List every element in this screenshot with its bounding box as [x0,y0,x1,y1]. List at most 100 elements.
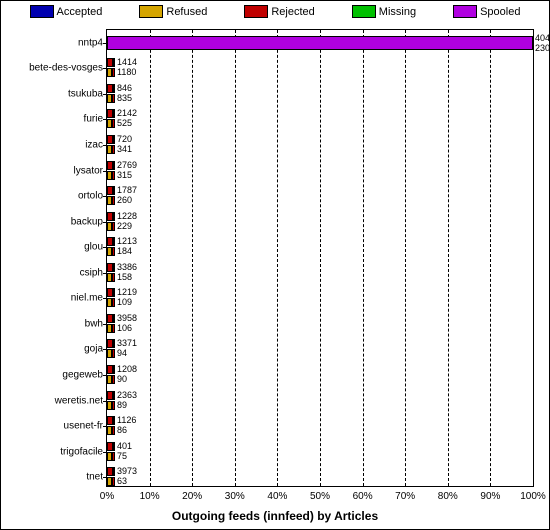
bar-segment [113,391,115,400]
bar-segment [113,365,115,374]
legend-label: Accepted [57,6,103,18]
bar-row: izac720341 [107,132,533,158]
legend-item-refused: Refused [139,5,207,18]
x-tick-label: 20% [182,491,202,502]
bar-segment [112,426,115,435]
y-tick-label: tnet [86,472,103,483]
bar-value-top: 1228 [117,211,137,221]
bar-segment [113,467,115,476]
bar-value-top: 720 [117,134,132,144]
bar-value-bottom: 184 [117,246,132,256]
legend-label: Refused [166,6,207,18]
bar-segment [112,68,115,77]
y-tick-label: gegeweb [62,369,103,380]
bar-value-top: 2363 [117,390,137,400]
bar-value-bottom: 260 [117,195,132,205]
bar-segment [112,452,115,461]
y-tick-label: lysator [74,165,103,176]
y-tick-label: weretis.net [55,395,103,406]
bar-value-top: 3386 [117,262,137,272]
bar-row: trigofacile40175 [107,439,533,465]
bar-segment [112,477,115,486]
y-tick-label: bwh [85,318,103,329]
legend-swatch-rejected [244,5,268,18]
legend-swatch-spooled [453,5,477,18]
bar-value-bottom: 106 [117,323,132,333]
legend-label: Rejected [271,6,314,18]
legend-swatch-accepted [30,5,54,18]
legend-item-accepted: Accepted [30,5,103,18]
bar-row: furie2142525 [107,107,533,133]
bar-segment [112,196,115,205]
x-tick-label: 80% [438,491,458,502]
y-tick-label: ortolo [78,191,103,202]
bar-value-top: 4045856 [535,33,550,43]
bar-value-bottom: 75 [117,451,127,461]
x-tick-label: 60% [353,491,373,502]
bar-row: bwh3958106 [107,311,533,337]
bar-segment-spooled [107,36,533,50]
bar-value-bottom: 63 [117,476,127,486]
bar-segment [113,84,115,93]
legend-label: Missing [379,6,416,18]
bar-segment [113,212,115,221]
bar-row: niel.me1219109 [107,286,533,312]
bar-segment [113,135,115,144]
legend-label: Spooled [480,6,520,18]
bar-row: backup1228229 [107,209,533,235]
bar-value-top: 401 [117,441,132,451]
bar-segment [112,145,115,154]
x-tick-label: 40% [267,491,287,502]
bar-value-top: 2142 [117,108,137,118]
x-axis-title: Outgoing feeds (innfeed) by Articles [1,509,549,523]
bar-row: tsukuba846835 [107,81,533,107]
bar-segment [113,186,115,195]
bar-value-top: 3958 [117,313,137,323]
bar-value-top: 846 [117,83,132,93]
bar-value-bottom: 86 [117,425,127,435]
legend-swatch-missing [352,5,376,18]
bar-value-top: 1208 [117,364,137,374]
bar-value-top: 1414 [117,57,137,67]
y-tick-label: tsukuba [68,88,103,99]
bar-segment [113,237,115,246]
x-tick-label: 90% [480,491,500,502]
bar-row: ortolo1787260 [107,183,533,209]
legend-item-rejected: Rejected [244,5,314,18]
y-tick-label: csiph [80,267,103,278]
bar-value-top: 1787 [117,185,137,195]
bar-row: weretis.net236389 [107,388,533,414]
y-tick-label: bete-des-vosges [29,63,103,74]
bar-segment [112,349,115,358]
x-tick-label: 70% [395,491,415,502]
legend-item-missing: Missing [352,5,416,18]
bar-value-bottom: 158 [117,272,132,282]
bar-segment [113,416,115,425]
bar-segment [112,94,115,103]
bar-row: nntp440458562305 [107,30,533,56]
bar-segment [112,222,115,231]
y-tick-label: furie [84,114,103,125]
y-tick-label: usenet-fr [64,421,103,432]
plot-area: 0%10%20%30%40%50%60%70%80%90%100%nntp440… [106,29,534,487]
bar-value-bottom: 341 [117,144,132,154]
bar-segment [113,442,115,451]
bar-segment [112,247,115,256]
bar-value-bottom: 90 [117,374,127,384]
bar-row: bete-des-vosges14141180 [107,56,533,82]
chart-container: Accepted Refused Rejected Missing Spoole… [0,0,550,530]
x-tick-label: 30% [225,491,245,502]
bar-row: goja337194 [107,337,533,363]
bar-value-bottom: 525 [117,118,132,128]
bar-segment [113,339,115,348]
y-tick-label: nntp4 [78,37,103,48]
bar-value-bottom: 1180 [117,67,136,77]
x-tick-label: 0% [100,491,114,502]
bar-segment [112,401,115,410]
bar-row: glou1213184 [107,234,533,260]
bar-value-top: 3973 [117,466,137,476]
bar-segment [112,375,115,384]
bar-segment [112,119,115,128]
y-tick-label: goja [84,344,103,355]
bar-segment [113,314,115,323]
